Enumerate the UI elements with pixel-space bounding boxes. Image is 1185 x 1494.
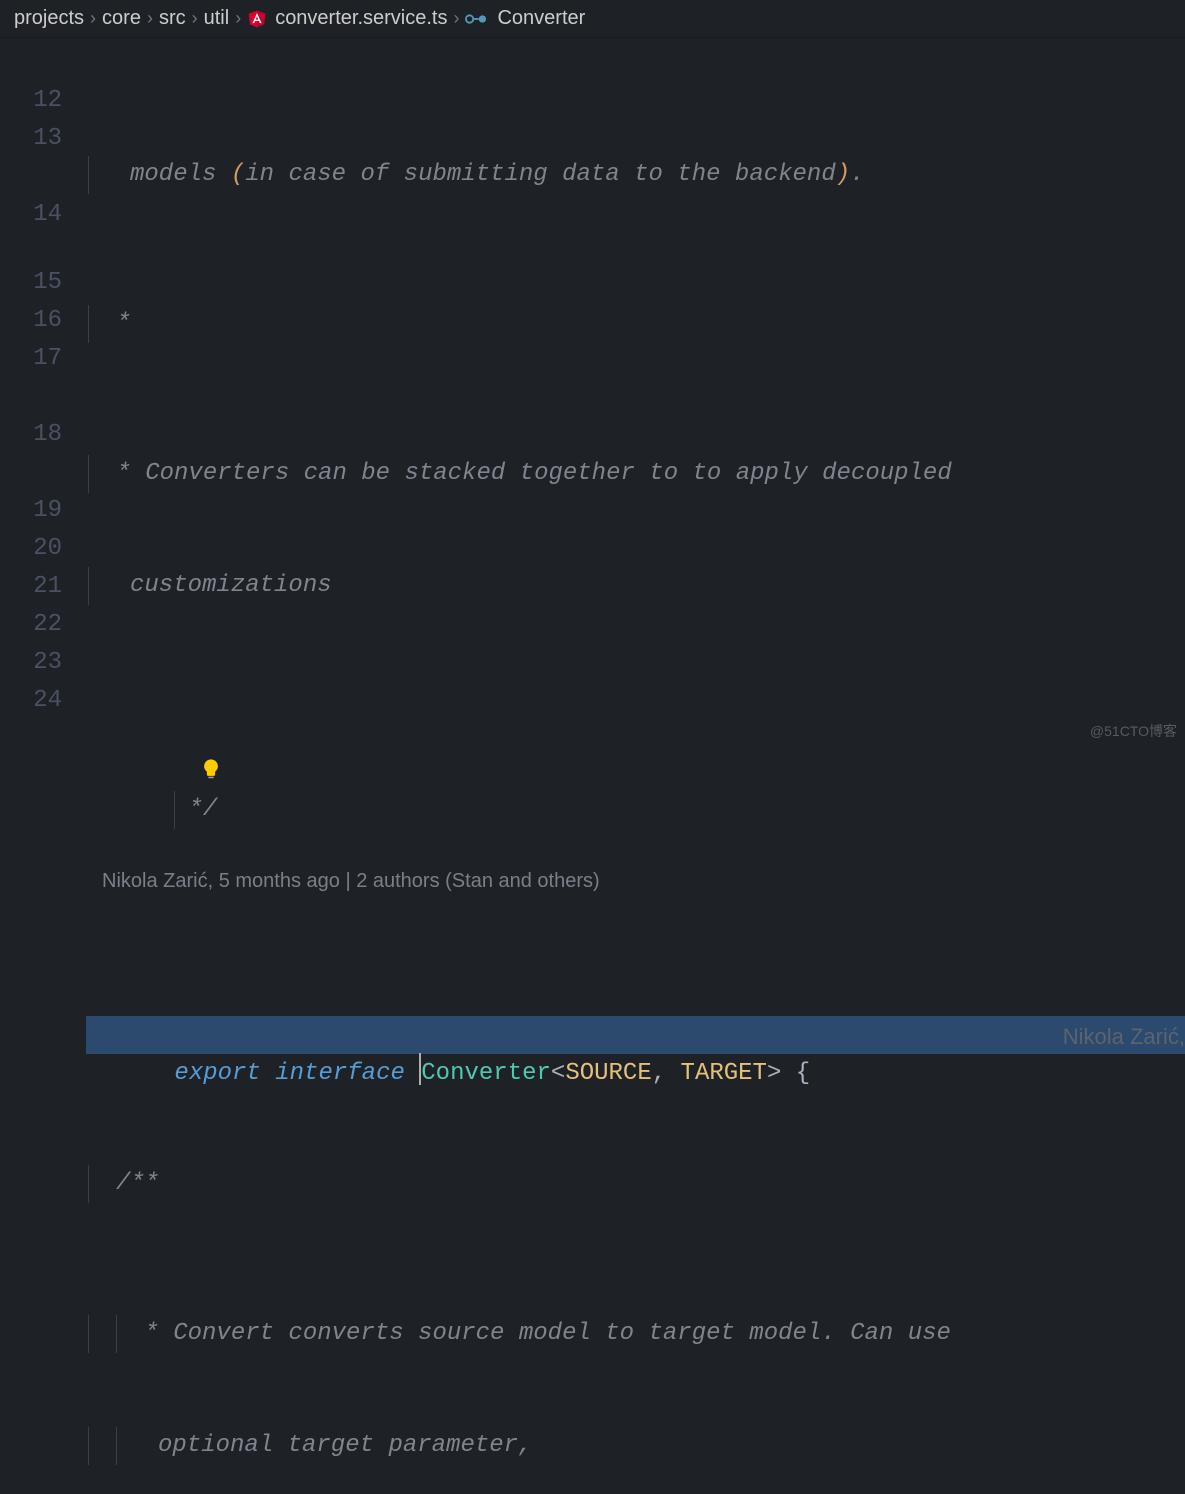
breadcrumb-item-symbol[interactable]: Converter [497,3,585,34]
line-number: 23 [0,644,62,682]
line-number: 13 [0,120,62,158]
code-line: optional target parameter, [88,1427,1185,1465]
code-line: */ [88,717,1185,755]
inline-blame[interactable]: Nikola Zarić, [1063,1020,1185,1054]
chevron-right-icon: › [147,5,153,33]
breadcrumb-item-projects[interactable]: projects [14,3,84,34]
angular-icon [247,9,267,29]
chevron-right-icon: › [453,5,459,33]
chevron-right-icon: › [192,5,198,33]
line-number: 12 [0,82,62,120]
code-line: customizations [88,567,1185,605]
watermark: @51CTO博客 [1090,721,1177,743]
line-number-gutter: 12 13 14 15 16 17 18 19 20 21 22 23 24 [0,44,88,1494]
code-line: /** [88,1165,1185,1203]
line-number [0,454,62,492]
line-number: 14 [0,196,62,234]
breadcrumb: projects › core › src › util › converter… [0,0,1185,38]
line-number: 18 [0,416,62,454]
line-number: 15 [0,264,62,302]
line-number [0,158,62,196]
line-number: 22 [0,606,62,644]
code-line: models (in case of submitting data to th… [88,156,1185,194]
code-line: * Converters can be stacked together to … [88,455,1185,493]
line-number: 21 [0,568,62,606]
breadcrumb-item-core[interactable]: core [102,3,141,34]
code-line: * [88,305,1185,343]
line-number: 17 [0,340,62,378]
line-number [0,234,62,264]
chevron-right-icon: › [90,5,96,33]
line-number: 20 [0,530,62,568]
code-editor[interactable]: 12 13 14 15 16 17 18 19 20 21 22 23 24 m… [0,38,1185,1494]
interface-icon [465,12,487,26]
line-number: 19 [0,492,62,530]
chevron-right-icon: › [235,5,241,33]
lightbulb-icon[interactable] [85,719,222,831]
breadcrumb-item-util[interactable]: util [204,3,230,34]
codelens-annotation[interactable]: Nikola Zarić, 5 months ago | 2 authors (… [88,866,1185,904]
code-content[interactable]: models (in case of submitting data to th… [88,44,1185,1494]
breadcrumb-item-src[interactable]: src [159,3,186,34]
line-number [0,378,62,416]
code-line-selected: export interface Converter<SOURCE, TARGE… [86,1016,1185,1054]
breadcrumb-item-file[interactable]: converter.service.ts [275,3,447,34]
line-number [0,44,62,82]
line-number: 16 [0,302,62,340]
line-number: 24 [0,682,62,720]
code-line: * Convert converts source model to targe… [88,1315,1185,1353]
